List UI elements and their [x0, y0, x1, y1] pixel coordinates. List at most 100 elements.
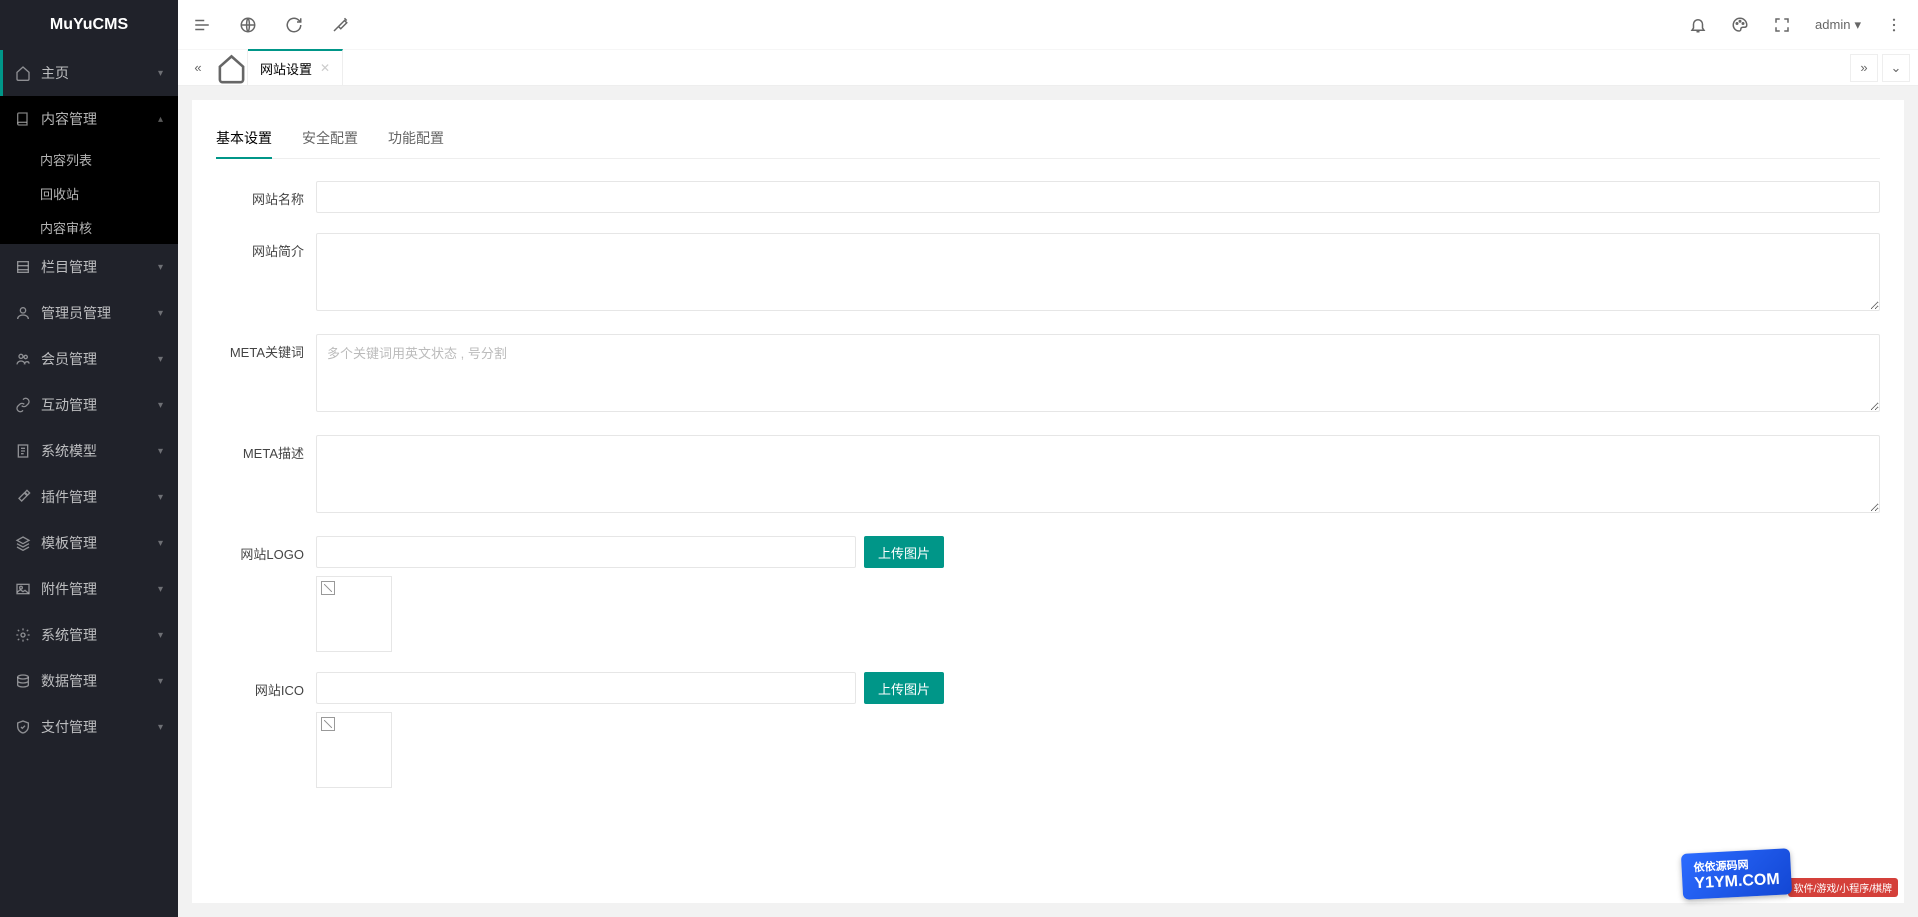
label-site-name: 网站名称: [216, 181, 316, 213]
book-icon: [15, 111, 31, 127]
chevron-down-icon: ▾: [158, 492, 163, 503]
sidebar-item-attachments[interactable]: 附件管理 ▾: [0, 566, 178, 612]
sidebar-item-data[interactable]: 数据管理 ▾: [0, 658, 178, 704]
panel-tabs: 基本设置 安全配置 功能配置: [216, 120, 1880, 159]
upload-logo-button[interactable]: 上传图片: [864, 536, 944, 568]
chevron-down-icon: ▾: [158, 446, 163, 457]
sidebar-item-content[interactable]: 内容管理 ▴: [0, 96, 178, 142]
tab-prev-icon[interactable]: «: [186, 56, 210, 80]
user-icon: [15, 305, 31, 321]
panel-tab-basic[interactable]: 基本设置: [216, 120, 272, 158]
shield-icon: [15, 719, 31, 735]
sidebar: MuYuCMS 主页 ▾ 内容管理 ▴ 内容列表 回收站 内容审核 栏目管理 ▾: [0, 0, 178, 917]
sidebar-item-label: 模板管理: [41, 533, 158, 553]
tools-icon: [15, 489, 31, 505]
tab-menu-icon[interactable]: ⌄: [1882, 54, 1910, 82]
input-site-desc[interactable]: [316, 233, 1880, 311]
sidebar-item-payment[interactable]: 支付管理 ▾: [0, 704, 178, 750]
fullscreen-icon[interactable]: [1773, 16, 1791, 34]
more-icon[interactable]: [1885, 16, 1903, 34]
label-meta-kw: META关键词: [216, 334, 316, 415]
input-site-logo[interactable]: [316, 536, 856, 568]
theme-icon[interactable]: [1731, 16, 1749, 34]
sidebar-sub-label: 内容列表: [40, 150, 92, 169]
sidebar-item-system[interactable]: 系统管理 ▾: [0, 612, 178, 658]
broken-image-icon: [321, 581, 335, 595]
sidebar-item-label: 支付管理: [41, 717, 158, 737]
chevron-down-icon: ▾: [158, 308, 163, 319]
sidebar-sub-label: 回收站: [40, 184, 79, 203]
content: 基本设置 安全配置 功能配置 网站名称 网站简介 META关键词: [178, 86, 1918, 917]
app-logo: MuYuCMS: [0, 0, 178, 50]
label-site-desc: 网站简介: [216, 233, 316, 314]
sidebar-item-label: 栏目管理: [41, 257, 158, 277]
doc-icon: [15, 443, 31, 459]
logo-preview: [316, 576, 392, 652]
tab-site-settings[interactable]: 网站设置 ✕: [248, 49, 343, 85]
sidebar-item-members[interactable]: 会员管理 ▾: [0, 336, 178, 382]
clear-cache-icon[interactable]: [331, 16, 349, 34]
user-name: admin: [1815, 17, 1850, 32]
sidebar-nav: 主页 ▾ 内容管理 ▴ 内容列表 回收站 内容审核 栏目管理 ▾ 管理员管理 ▾: [0, 50, 178, 917]
sidebar-item-interact[interactable]: 互动管理 ▾: [0, 382, 178, 428]
label-meta-desc: META描述: [216, 435, 316, 516]
chevron-down-icon: ▾: [158, 262, 163, 273]
menu-toggle-icon[interactable]: [193, 16, 211, 34]
chevron-down-icon: ▾: [158, 722, 163, 733]
sidebar-sub-review[interactable]: 内容审核: [0, 210, 178, 244]
chevron-down-icon: ▾: [158, 630, 163, 641]
input-site-name[interactable]: [316, 181, 1880, 213]
sidebar-item-label: 系统模型: [41, 441, 158, 461]
caret-down-icon: ▾: [1854, 17, 1861, 33]
globe-icon[interactable]: [239, 16, 257, 34]
close-icon[interactable]: ✕: [320, 61, 330, 75]
sidebar-sub-recycle[interactable]: 回收站: [0, 176, 178, 210]
sidebar-item-label: 互动管理: [41, 395, 158, 415]
input-meta-kw[interactable]: [316, 334, 1880, 412]
sidebar-item-label: 系统管理: [41, 625, 158, 645]
home-icon: [15, 65, 31, 81]
label-site-logo: 网站LOGO: [216, 536, 316, 652]
sidebar-item-label: 管理员管理: [41, 303, 158, 323]
sidebar-item-model[interactable]: 系统模型 ▾: [0, 428, 178, 474]
panel-tab-security[interactable]: 安全配置: [302, 120, 358, 158]
sidebar-item-label: 会员管理: [41, 349, 158, 369]
topbar: admin ▾: [178, 0, 1918, 50]
broken-image-icon: [321, 717, 335, 731]
chevron-down-icon: ▾: [158, 68, 163, 79]
chevron-down-icon: ▾: [158, 400, 163, 411]
input-meta-desc[interactable]: [316, 435, 1880, 513]
image-icon: [15, 581, 31, 597]
tab-next-icon[interactable]: »: [1850, 54, 1878, 82]
panel-tab-function[interactable]: 功能配置: [388, 120, 444, 158]
users-icon: [15, 351, 31, 367]
sidebar-item-label: 数据管理: [41, 671, 158, 691]
sidebar-item-label: 插件管理: [41, 487, 158, 507]
chevron-down-icon: ▾: [158, 538, 163, 549]
layers-icon: [15, 535, 31, 551]
input-site-ico[interactable]: [316, 672, 856, 704]
db-icon: [15, 673, 31, 689]
sidebar-item-label: 内容管理: [41, 109, 158, 129]
tab-home[interactable]: [216, 50, 248, 86]
tabbar: « 网站设置 ✕ » ⌄: [178, 50, 1918, 86]
chevron-down-icon: ▾: [158, 676, 163, 687]
gear-icon: [15, 627, 31, 643]
sidebar-item-admin[interactable]: 管理员管理 ▾: [0, 290, 178, 336]
user-menu[interactable]: admin ▾: [1815, 17, 1861, 33]
chevron-down-icon: ▾: [158, 584, 163, 595]
refresh-icon[interactable]: [285, 16, 303, 34]
sidebar-item-columns[interactable]: 栏目管理 ▾: [0, 244, 178, 290]
sidebar-item-label: 主页: [41, 63, 158, 83]
ico-preview: [316, 712, 392, 788]
tab-label: 网站设置: [260, 59, 312, 78]
chevron-down-icon: ▾: [158, 354, 163, 365]
sidebar-sub-label: 内容审核: [40, 218, 92, 237]
sidebar-item-plugins[interactable]: 插件管理 ▾: [0, 474, 178, 520]
bell-icon[interactable]: [1689, 16, 1707, 34]
upload-ico-button[interactable]: 上传图片: [864, 672, 944, 704]
sidebar-item-templates[interactable]: 模板管理 ▾: [0, 520, 178, 566]
sidebar-item-home[interactable]: 主页 ▾: [0, 50, 178, 96]
link-icon: [15, 397, 31, 413]
sidebar-sub-content-list[interactable]: 内容列表: [0, 142, 178, 176]
